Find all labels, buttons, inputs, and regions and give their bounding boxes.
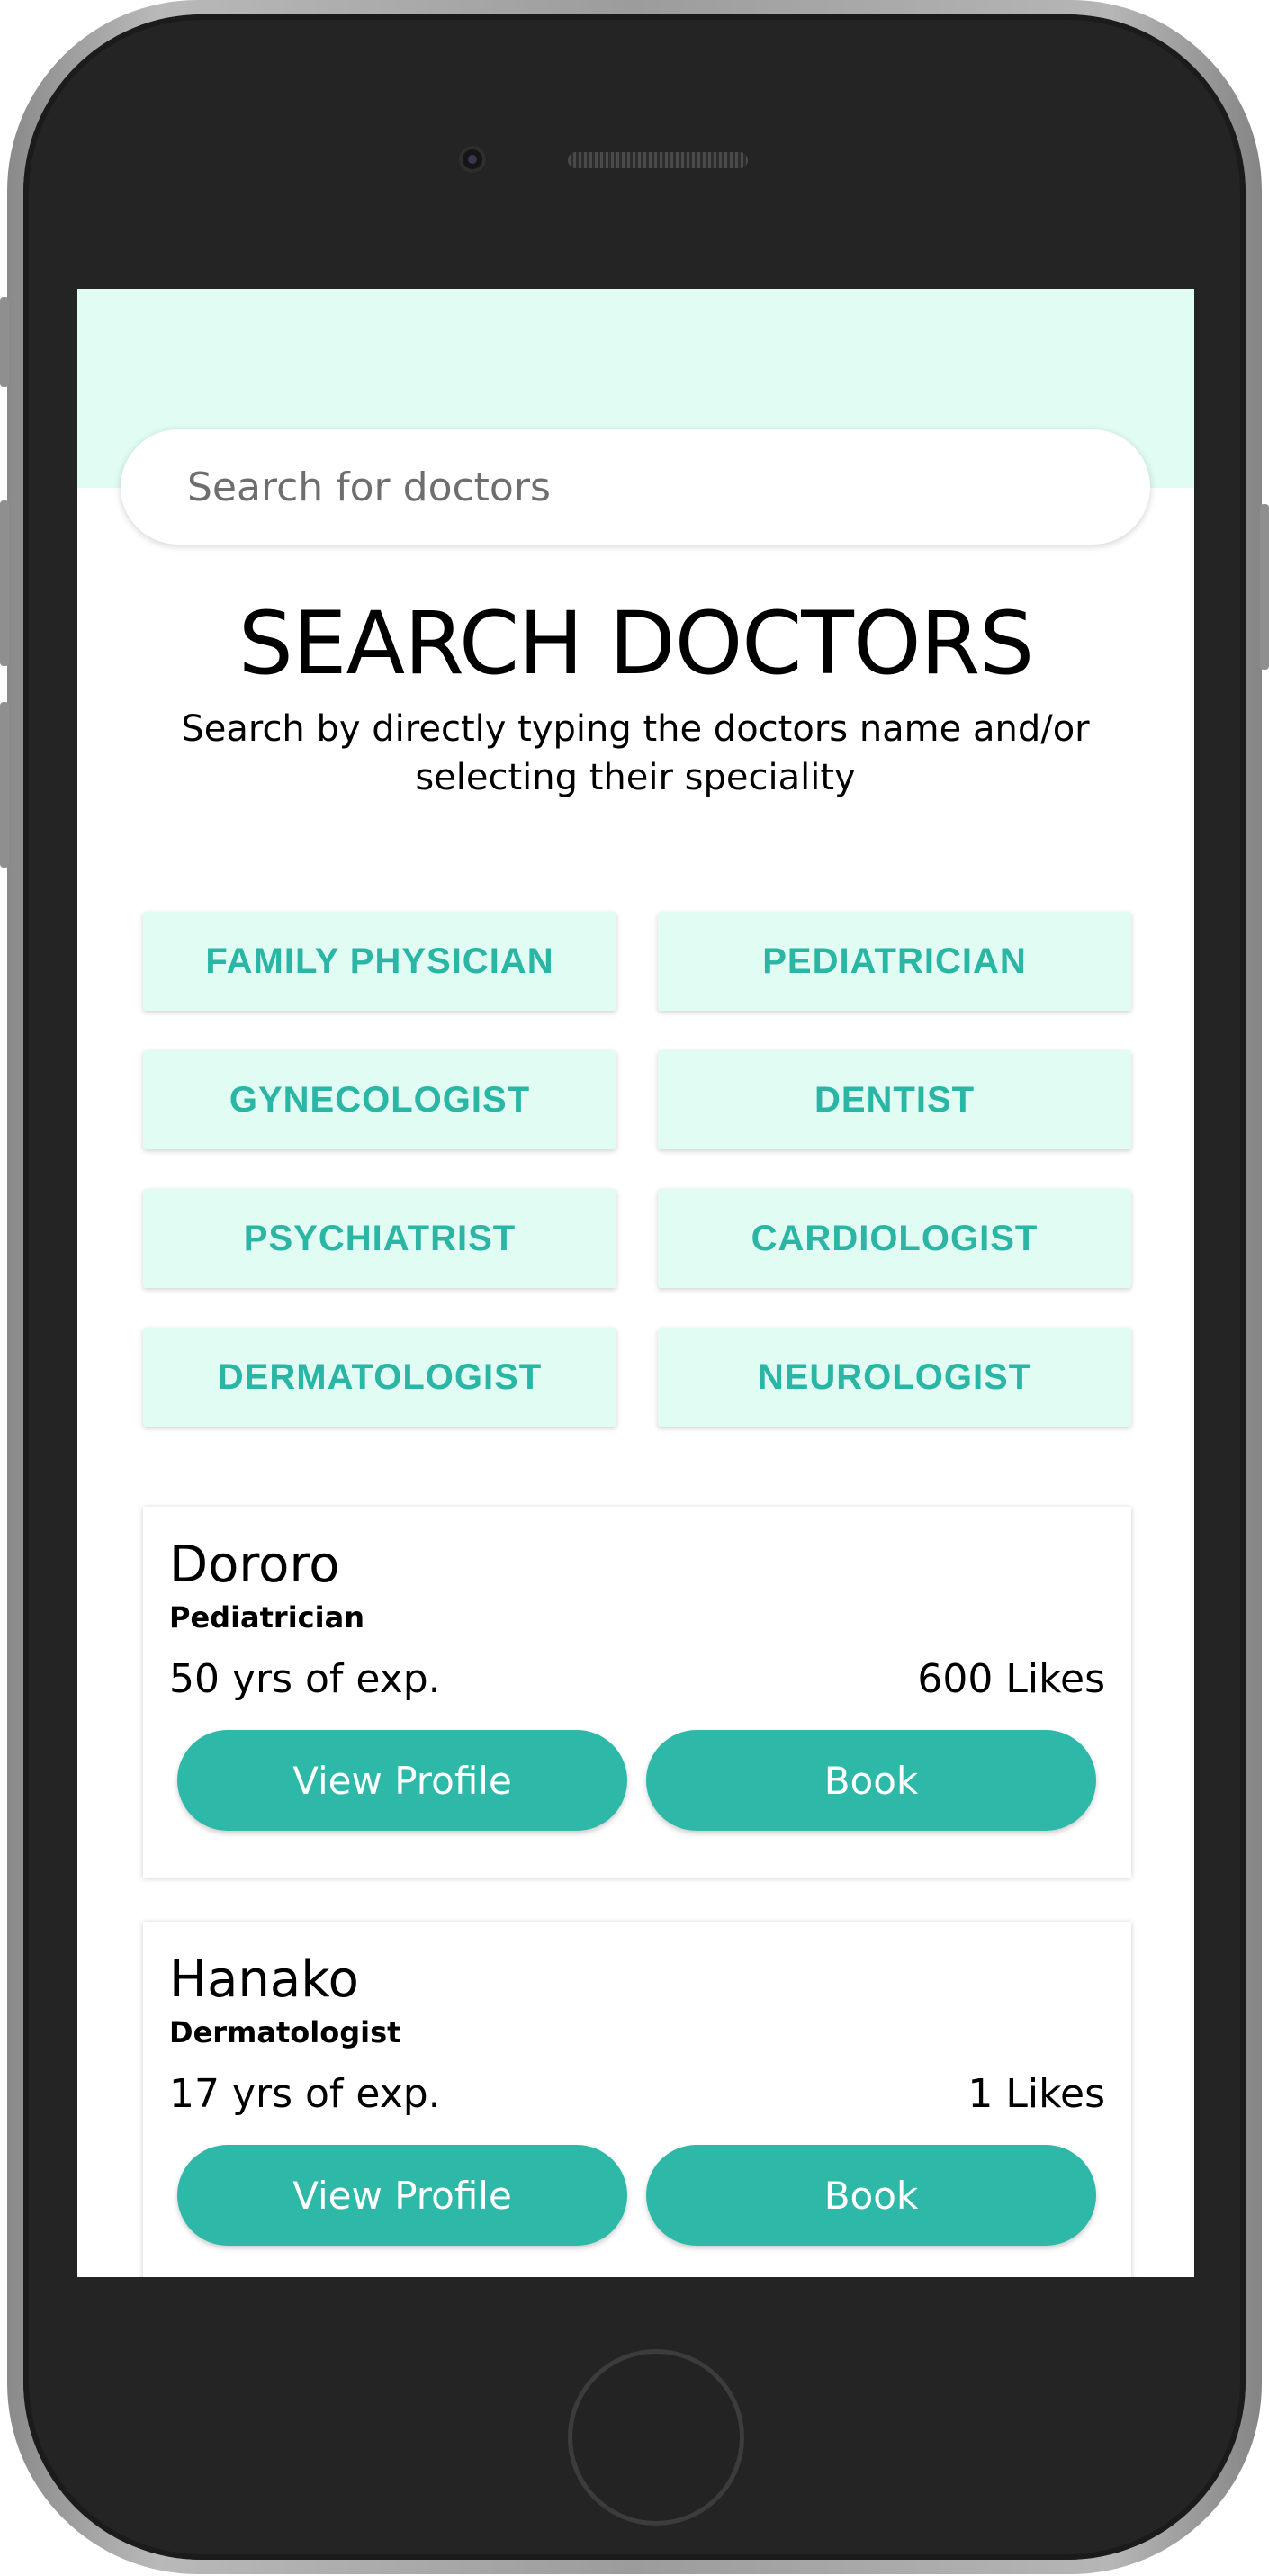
speciality-dermatologist-button[interactable]: DERMATOLOGIST xyxy=(143,1328,616,1427)
doctor-speciality: Dermatologist xyxy=(169,2015,401,2049)
search-input[interactable] xyxy=(185,463,1150,511)
speciality-neurologist-button[interactable]: NEUROLOGIST xyxy=(658,1328,1131,1427)
doctor-name: Dororo xyxy=(169,1536,340,1594)
speciality-psychiatrist-button[interactable]: PSYCHIATRIST xyxy=(143,1189,616,1288)
doctor-card: Hanako Dermatologist 17 yrs of exp. 1 Li… xyxy=(143,1922,1131,2277)
speciality-grid: FAMILY PHYSICIAN PEDIATRICIAN GYNECOLOGI… xyxy=(143,912,1131,1427)
power-button xyxy=(1260,504,1269,670)
phone-frame: SEARCH DOCTORS Search by directly typing… xyxy=(0,0,1269,2574)
doctor-likes: 1 Likes xyxy=(968,2071,1105,2117)
speciality-gynecologist-button[interactable]: GYNECOLOGIST xyxy=(143,1050,616,1149)
volume-down-button xyxy=(0,702,9,868)
volume-up-button xyxy=(0,500,9,666)
camera-icon xyxy=(459,146,486,173)
doctor-likes: 600 Likes xyxy=(917,1656,1105,1702)
app-screen: SEARCH DOCTORS Search by directly typing… xyxy=(77,289,1194,2277)
book-button[interactable]: Book xyxy=(646,2145,1096,2246)
home-button[interactable] xyxy=(568,2349,744,2526)
speciality-family-physician-button[interactable]: FAMILY PHYSICIAN xyxy=(143,912,616,1011)
doctor-card: Dororo Pediatrician 50 yrs of exp. 600 L… xyxy=(143,1507,1131,1878)
doctor-experience: 17 yrs of exp. xyxy=(169,2071,441,2117)
mute-switch xyxy=(0,297,9,387)
view-profile-button[interactable]: View Profile xyxy=(177,2145,627,2246)
search-bar[interactable] xyxy=(121,429,1150,545)
doctor-name: Hanako xyxy=(169,1950,359,2009)
speciality-dentist-button[interactable]: DENTIST xyxy=(658,1050,1131,1149)
page-title: SEARCH DOCTORS xyxy=(238,593,1034,694)
book-button[interactable]: Book xyxy=(646,1730,1096,1831)
doctor-speciality: Pediatrician xyxy=(169,1600,364,1635)
view-profile-button[interactable]: View Profile xyxy=(177,1730,627,1831)
page-subtitle: Search by directly typing the doctors na… xyxy=(181,708,1090,798)
doctor-experience: 50 yrs of exp. xyxy=(169,1656,441,1702)
speaker-grille xyxy=(568,152,748,168)
speciality-cardiologist-button[interactable]: CARDIOLOGIST xyxy=(658,1189,1131,1288)
speciality-pediatrician-button[interactable]: PEDIATRICIAN xyxy=(658,912,1131,1011)
